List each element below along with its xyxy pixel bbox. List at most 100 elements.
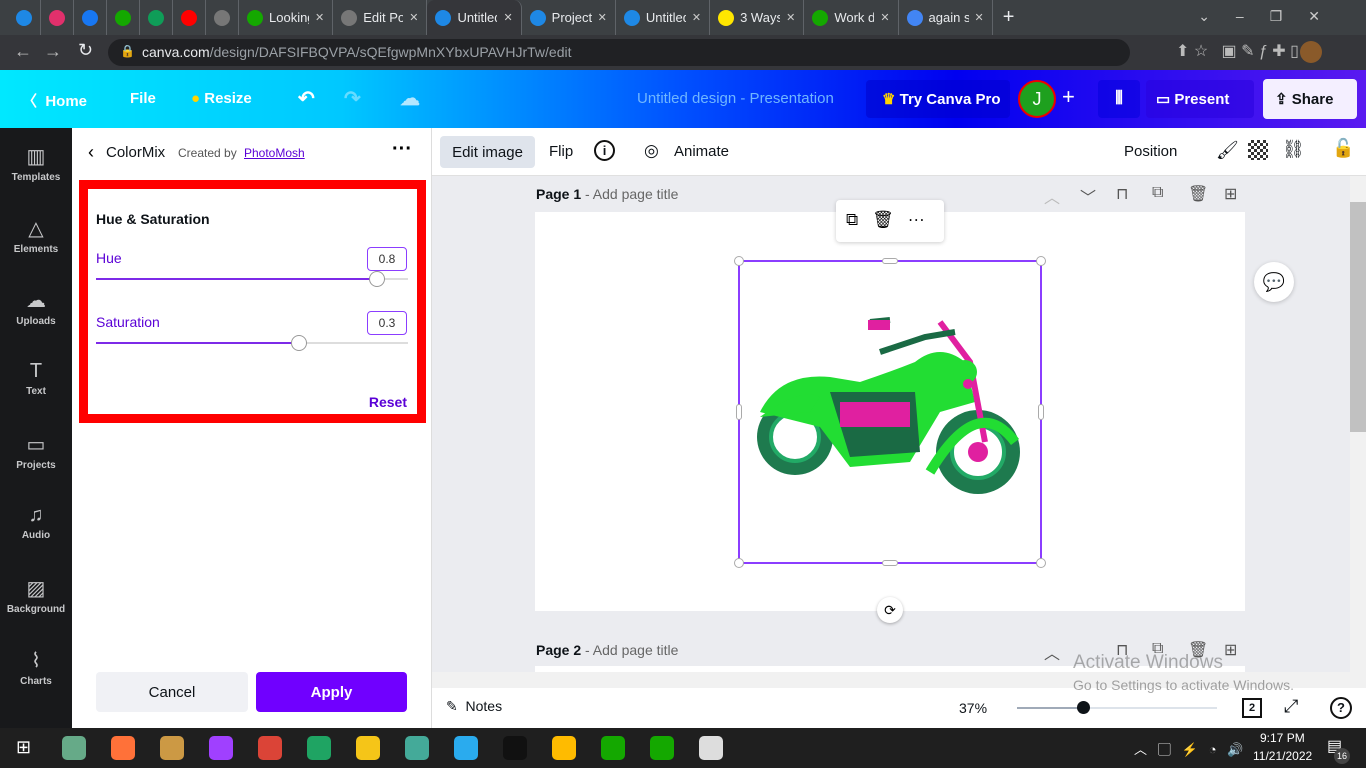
design-title[interactable]: Untitled design - Presentation [637, 90, 834, 107]
browser-tab[interactable]: Work d ✕ [804, 0, 899, 35]
browser-tab[interactable] [206, 0, 239, 35]
paint-roller-icon[interactable]: 🖌 [1216, 140, 1239, 161]
taskbar-app-icon[interactable] [650, 736, 674, 760]
page-1[interactable]: ⧉🗑⋯ ⟳ [535, 200, 1245, 623]
add-comment-icon[interactable]: 💬 [1254, 262, 1294, 302]
rail-item-projects[interactable]: ▭ Projects [0, 432, 72, 471]
add-collaborator-icon[interactable]: + [1062, 84, 1075, 110]
move-up-icon[interactable]: ︿ [1044, 184, 1060, 208]
browser-tab[interactable]: Untitled ✕ [427, 0, 522, 35]
resize-handle[interactable] [1036, 558, 1046, 568]
taskbar-app-icon[interactable] [552, 736, 576, 760]
move-up-icon[interactable]: ︿ [1044, 640, 1060, 664]
forward-icon[interactable]: → [44, 41, 62, 62]
taskbar-app-icon[interactable] [503, 736, 527, 760]
hue-value-input[interactable]: 0.8 [367, 247, 407, 271]
taskbar-app-icon[interactable] [62, 736, 86, 760]
browser-tab[interactable] [41, 0, 74, 35]
clock-date[interactable]: 11/21/2022 [1253, 749, 1312, 763]
reload-icon[interactable]: ↻ [78, 40, 93, 61]
browser-tab[interactable] [107, 0, 140, 35]
lock-page-icon[interactable]: ⊓ [1116, 184, 1128, 204]
browser-tab[interactable] [74, 0, 107, 35]
delete-page-icon[interactable]: 🗑 [1188, 184, 1208, 204]
resize-handle[interactable] [734, 256, 744, 266]
duplicate-icon[interactable]: ⧉ [846, 210, 872, 229]
transparency-icon[interactable] [1248, 140, 1268, 160]
browser-tab[interactable] [8, 0, 41, 35]
new-tab-icon[interactable]: + [1003, 6, 1015, 29]
more-options-icon[interactable]: ··· [392, 138, 412, 161]
back-icon[interactable]: ← [14, 41, 32, 62]
page-grid-button[interactable]: 2 [1242, 698, 1262, 718]
address-bar[interactable]: 🔒 canva.com/design/DAFSIFBQVPA/sQEfgwpMnX… [108, 39, 1130, 66]
more-icon[interactable]: ⋯ [908, 210, 939, 229]
page-title-input[interactable]: - Add page title [585, 186, 678, 202]
saturation-slider-thumb[interactable] [290, 335, 307, 351]
add-page-icon[interactable]: ⊞ [1224, 184, 1237, 204]
browser-tab[interactable]: Project ✕ [522, 0, 616, 35]
taskbar-app-icon[interactable] [307, 736, 331, 760]
saturation-value-input[interactable]: 0.3 [367, 311, 407, 335]
notes-button[interactable]: ✎ Notes [446, 698, 502, 715]
browser-tab[interactable]: Untitled ✕ [616, 0, 711, 35]
close-tab-icon[interactable]: ✕ [975, 11, 984, 24]
browser-tab[interactable]: Looking ✕ [239, 0, 334, 35]
rail-item-charts[interactable]: ⌇ Charts [0, 648, 72, 687]
extensions-icons[interactable]: ⬆ ☆ ▣ ✎ ƒ ✚ ▯ [1176, 41, 1299, 61]
zoom-slider[interactable] [1017, 701, 1217, 714]
rail-item-audio[interactable]: ♫ Audio [0, 504, 72, 541]
share-button[interactable]: ⇪ Share [1263, 79, 1357, 119]
window-controls[interactable]: ⌄–❐✕ [1198, 8, 1346, 25]
scrollbar-thumb[interactable] [1350, 202, 1366, 432]
taskbar-app-icon[interactable] [405, 736, 429, 760]
system-tray-icons[interactable]: ︿ ▢ ⚡ ◔ 🔊 [1134, 739, 1244, 758]
browser-tab[interactable]: Edit Po ✕ [333, 0, 428, 35]
move-down-icon[interactable]: ﹀ [1080, 184, 1096, 208]
reset-button[interactable]: Reset [369, 394, 407, 410]
taskbar-app-icon[interactable] [209, 736, 233, 760]
close-tab-icon[interactable]: ✕ [315, 11, 324, 24]
page-title-input[interactable]: - Add page title [585, 642, 678, 658]
saturation-slider[interactable] [96, 335, 408, 351]
rotate-icon[interactable]: ⟳ [877, 597, 903, 623]
undo-icon[interactable]: ↶ [298, 86, 315, 111]
rail-item-text[interactable]: T Text [0, 360, 72, 397]
close-tab-icon[interactable]: ✕ [786, 11, 795, 24]
fullscreen-icon[interactable]: ⤢ [1284, 696, 1298, 717]
resize-handle[interactable] [882, 258, 898, 264]
taskbar-app-icon[interactable] [699, 736, 723, 760]
info-icon[interactable]: i [594, 140, 615, 161]
try-pro-button[interactable]: ♛ Try Canva Pro [866, 80, 1010, 118]
profile-avatar[interactable] [1300, 41, 1322, 63]
user-avatar[interactable]: J [1018, 80, 1056, 118]
apply-button[interactable]: Apply [256, 672, 407, 712]
animate-icon[interactable]: ◎ [644, 141, 659, 161]
file-menu[interactable]: File [130, 90, 156, 107]
taskbar-app-icon[interactable] [601, 736, 625, 760]
back-chevron-icon[interactable]: ‹ [88, 142, 94, 163]
close-tab-icon[interactable]: ✕ [880, 11, 889, 24]
cancel-button[interactable]: Cancel [96, 672, 248, 712]
resize-button[interactable]: ● Resize [191, 90, 252, 107]
animate-button[interactable]: Animate [674, 143, 729, 160]
resize-handle[interactable] [882, 560, 898, 566]
close-tab-icon[interactable]: ✕ [409, 11, 418, 24]
author-link[interactable]: PhotoMosh [244, 146, 305, 160]
edit-image-button[interactable]: Edit image [440, 136, 535, 168]
resize-handle[interactable] [736, 404, 742, 420]
rail-item-uploads[interactable]: ☁ Uploads [0, 288, 72, 327]
resize-handle[interactable] [734, 558, 744, 568]
browser-tab[interactable]: again s ✕ [899, 0, 993, 35]
lock-icon[interactable]: 🔓 [1332, 138, 1354, 159]
zoom-level[interactable]: 37% [959, 700, 987, 716]
position-button[interactable]: Position [1124, 143, 1177, 160]
rail-item-background[interactable]: ▨ Background [0, 576, 72, 615]
home-button[interactable]: 〈 Home [22, 90, 87, 111]
add-page-icon[interactable]: ⊞ [1224, 640, 1237, 660]
taskbar-app-icon[interactable] [454, 736, 478, 760]
duplicate-page-icon[interactable]: ⧉ [1152, 184, 1163, 202]
rail-item-templates[interactable]: ▥ Templates [0, 144, 72, 183]
delete-icon[interactable]: 🗑 [872, 210, 908, 229]
vertical-scrollbar[interactable] [1350, 176, 1366, 672]
